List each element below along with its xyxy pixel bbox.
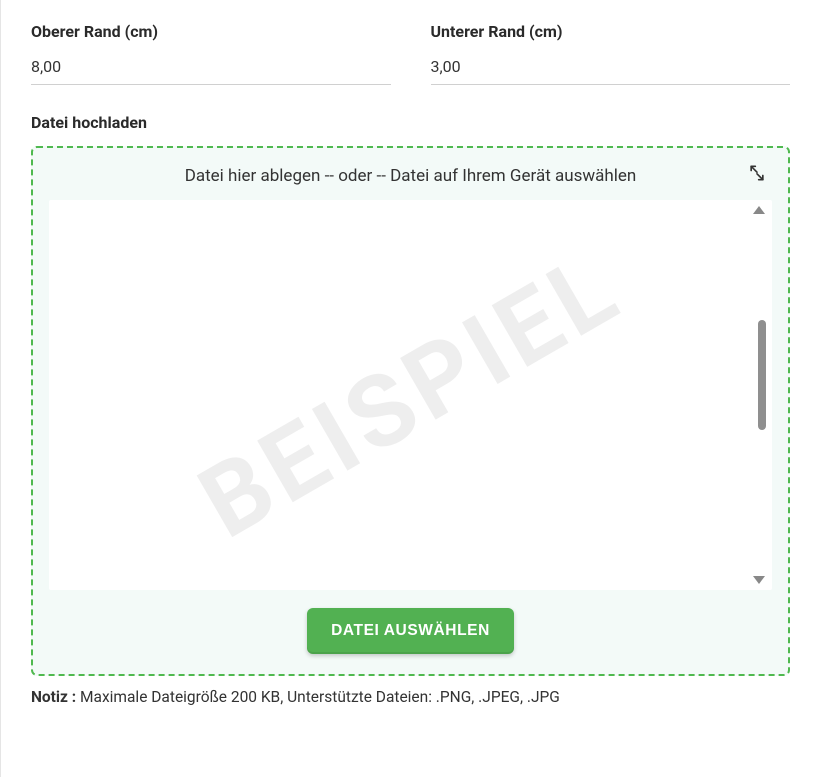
expand-icon[interactable] <box>746 162 768 184</box>
dropzone-hint: Datei hier ablegen -- oder -- Datei auf … <box>185 166 637 186</box>
dropzone-header: Datei hier ablegen -- oder -- Datei auf … <box>49 162 772 190</box>
upload-section-label: Datei hochladen <box>31 113 790 132</box>
top-margin-field: Oberer Rand (cm) <box>31 22 391 85</box>
margin-fields-row: Oberer Rand (cm) Unterer Rand (cm) <box>31 22 790 85</box>
top-margin-input[interactable] <box>31 51 391 85</box>
upload-note: Notiz : Maximale Dateigröße 200 KB, Unte… <box>31 688 790 706</box>
scroll-down-icon[interactable] <box>753 576 765 584</box>
page-root: Oberer Rand (cm) Unterer Rand (cm) Datei… <box>0 0 820 777</box>
top-margin-label: Oberer Rand (cm) <box>31 22 391 41</box>
dropzone-actions: DATEI AUSWÄHLEN <box>49 608 772 654</box>
upload-note-text: Maximale Dateigröße 200 KB, Unterstützte… <box>76 688 560 706</box>
file-preview-area: BEISPIEL <box>49 200 772 590</box>
scroll-thumb[interactable] <box>758 320 766 430</box>
bottom-margin-input[interactable] <box>431 51 791 85</box>
bottom-margin-field: Unterer Rand (cm) <box>431 22 791 85</box>
file-dropzone[interactable]: Datei hier ablegen -- oder -- Datei auf … <box>31 146 790 676</box>
bottom-margin-label: Unterer Rand (cm) <box>431 22 791 41</box>
upload-note-prefix: Notiz : <box>31 688 76 706</box>
choose-file-button[interactable]: DATEI AUSWÄHLEN <box>307 608 514 654</box>
preview-watermark: BEISPIEL <box>181 229 640 562</box>
scroll-up-icon[interactable] <box>753 206 765 214</box>
